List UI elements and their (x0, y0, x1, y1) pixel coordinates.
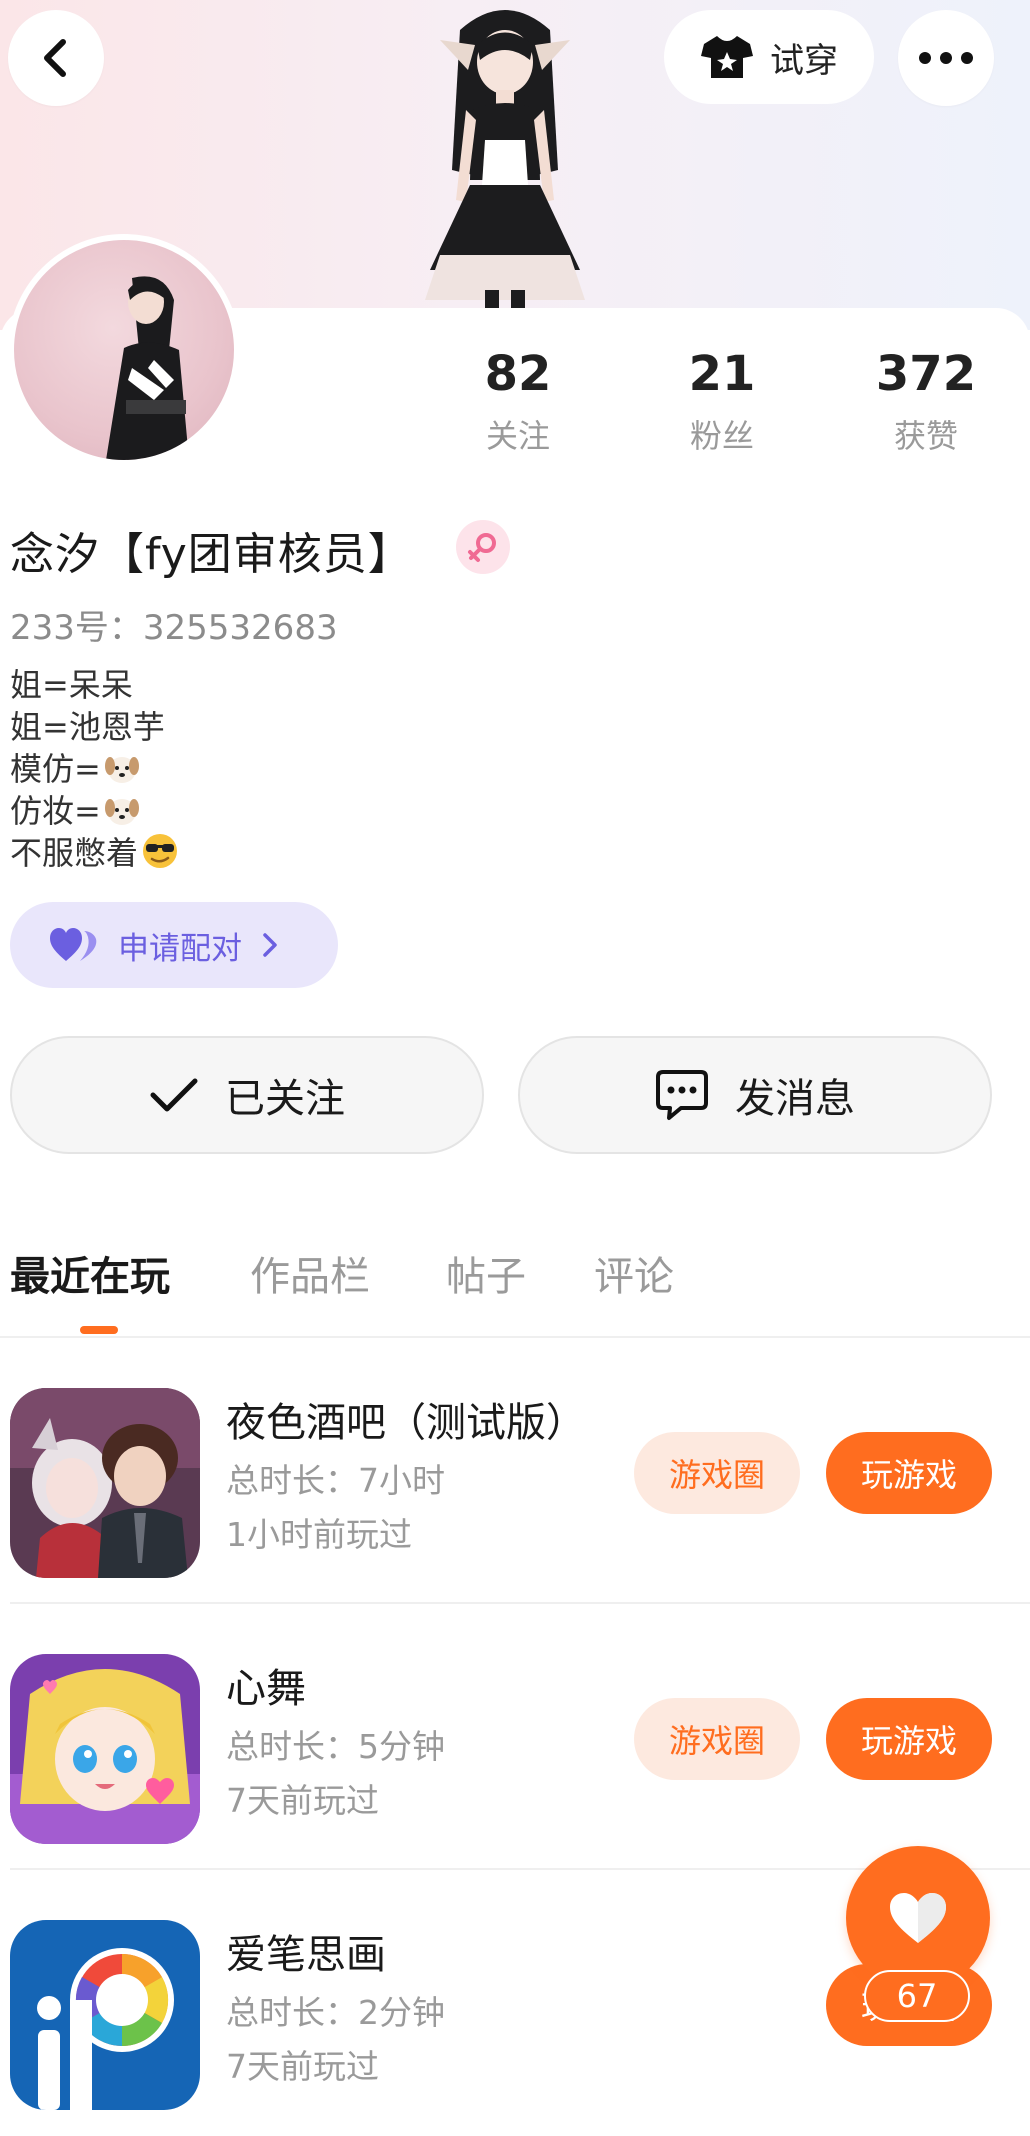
game-circle-button[interactable]: 游戏圈 (634, 1432, 800, 1514)
game-last-played: 7天前玩过 (226, 1781, 379, 1820)
chat-bubble-icon (656, 1070, 708, 1120)
followers-label: 粉丝 (689, 416, 754, 455)
bio-line: 不服憋着 (10, 832, 180, 874)
chevron-right-icon (263, 933, 277, 957)
chevron-left-icon (44, 39, 66, 77)
user-id: 233号：325532683 (10, 608, 338, 648)
bio-line: 姐=呆呆 (10, 666, 133, 704)
gender-badge (456, 520, 510, 574)
game-circle-button[interactable]: 游戏圈 (634, 1698, 800, 1780)
active-tab-indicator (80, 1326, 118, 1334)
likes-label: 获赞 (893, 416, 958, 455)
back-button[interactable] (8, 10, 104, 106)
double-heart-icon (50, 928, 97, 961)
game-title: 爱笔思画 (226, 1932, 386, 1978)
floating-like-button[interactable] (846, 1846, 990, 1990)
likes-count: 372 (875, 346, 977, 402)
cool-sunglasses-emoji (143, 834, 178, 868)
avatar-3d-figure (425, 10, 585, 310)
game-last-played: 1小时前玩过 (226, 1515, 412, 1554)
send-message-label: 发消息 (735, 1076, 855, 1122)
check-icon (150, 1078, 198, 1112)
bio-line: 模仿= (10, 748, 180, 790)
tab-posts[interactable]: 帖子 (446, 1244, 526, 1302)
try-on-button[interactable]: 试穿 (664, 10, 874, 104)
game-duration: 总时长：5分钟 (226, 1727, 445, 1766)
stat-following[interactable]: 82 关注 (448, 348, 588, 457)
dog-emoji (104, 799, 139, 825)
stat-likes[interactable]: 372 获赞 (856, 348, 996, 457)
game-title: 夜色酒吧（测试版） (226, 1400, 586, 1446)
tab-works[interactable]: 作品栏 (250, 1244, 370, 1302)
shirt-icon (701, 36, 753, 78)
game-art (10, 1654, 200, 1844)
tab-recently-played[interactable]: 最近在玩 (10, 1244, 170, 1302)
game-art (10, 1388, 200, 1578)
following-count: 82 (484, 346, 552, 402)
game-icon-heart-dance[interactable] (10, 1654, 200, 1844)
send-message-button[interactable]: 发消息 (518, 1036, 992, 1154)
bio-line: 仿妆= (10, 790, 180, 832)
bio: 姐=呆呆 姐=池恩芋 模仿= 仿妆= 不服憋着 (10, 664, 180, 874)
followed-button[interactable]: 已关注 (10, 1036, 484, 1154)
tab-comments[interactable]: 评论 (594, 1244, 674, 1302)
game-duration: 总时长：7小时 (226, 1461, 445, 1500)
more-button[interactable] (898, 10, 994, 106)
request-pair-button[interactable]: 申请配对 (10, 902, 338, 988)
game-icon-night-bar[interactable] (10, 1388, 200, 1578)
avatar-figure (106, 276, 189, 460)
like-count-badge: 67 (864, 1970, 970, 2022)
game-duration: 总时长：2分钟 (226, 1993, 445, 2032)
nickname: 念汐【fy团审核员】 (10, 529, 413, 580)
game-art (10, 1920, 200, 2110)
female-icon (468, 533, 496, 562)
game-list-item[interactable]: 夜色酒吧（测试版） 总时长：7小时 1小时前玩过 游戏圈 玩游戏 (0, 1338, 1030, 1604)
request-pair-label: 申请配对 (118, 930, 242, 967)
play-game-button[interactable]: 玩游戏 (826, 1698, 992, 1780)
heart-icon (890, 1893, 946, 1943)
play-game-button[interactable]: 玩游戏 (826, 1432, 992, 1514)
following-label: 关注 (485, 416, 550, 455)
dog-emoji (104, 757, 139, 783)
try-on-label: 试穿 (770, 40, 838, 81)
avatar[interactable] (8, 234, 240, 466)
game-title: 心舞 (226, 1666, 306, 1712)
game-icon-ibis-paint[interactable] (10, 1920, 200, 2110)
followed-label: 已关注 (225, 1076, 345, 1122)
more-dots-icon (919, 52, 973, 64)
game-last-played: 7天前玩过 (226, 2047, 379, 2086)
bio-line: 姐=池恩芋 (10, 708, 165, 746)
followers-count: 21 (688, 346, 756, 402)
game-list-item[interactable]: 心舞 总时长：5分钟 7天前玩过 游戏圈 玩游戏 (0, 1604, 1030, 1870)
stat-followers[interactable]: 21 粉丝 (652, 348, 792, 457)
